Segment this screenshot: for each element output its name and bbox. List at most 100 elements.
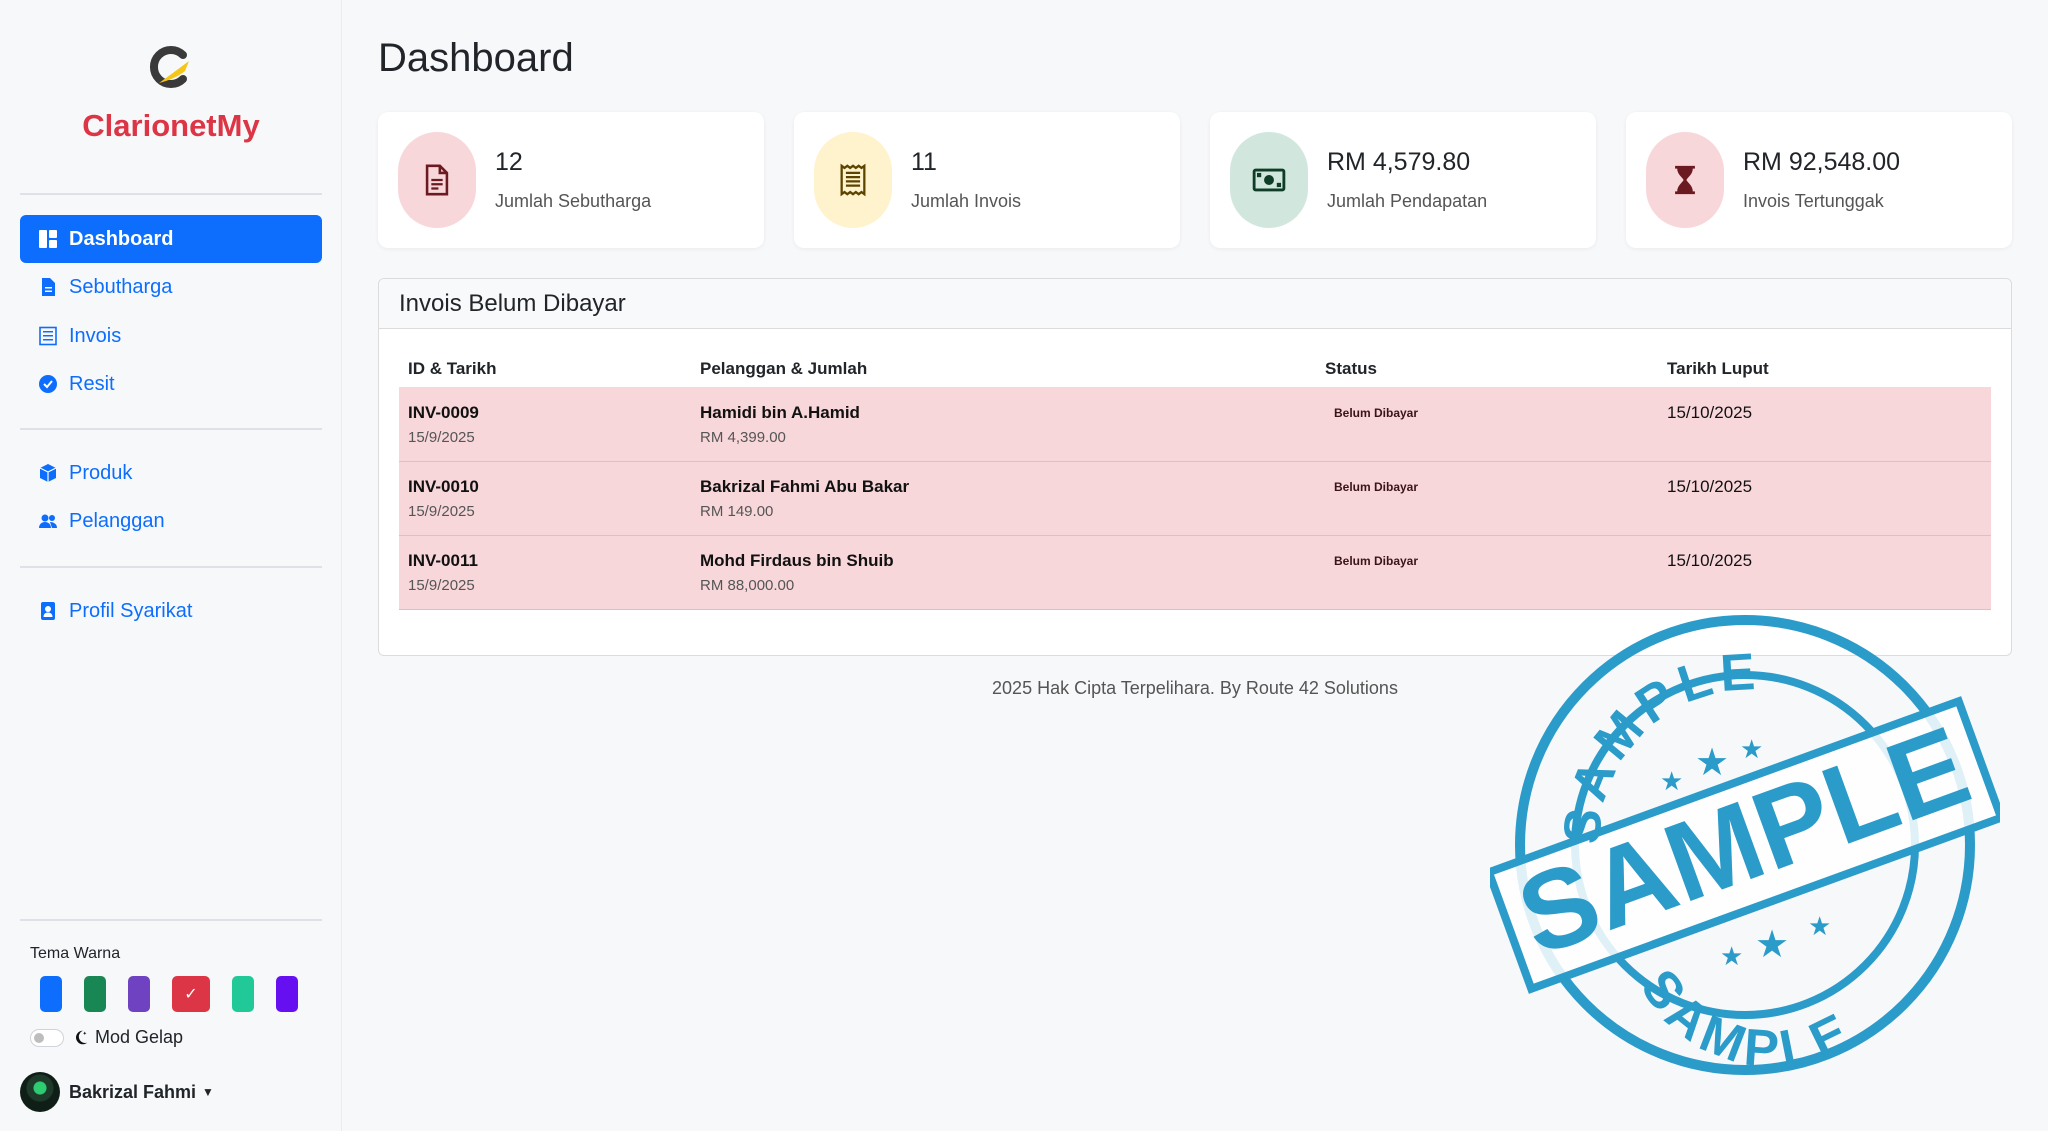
table-row[interactable]: INV-0010 15/9/2025 Bakrizal Fahmi Abu Baka…: [399, 462, 1991, 536]
users-icon: [38, 511, 58, 531]
theme-swatches: ✓: [40, 976, 320, 1012]
theme-swatch[interactable]: [276, 976, 298, 1012]
brand-name[interactable]: ClarionetMy: [0, 108, 342, 144]
table-body: INV-0009 15/9/2025 Hamidi bin A.Hamid RM 4,…: [399, 388, 1991, 610]
svg-text:★: ★: [1695, 740, 1729, 784]
invoice-amount: RM 88,000.00: [700, 577, 795, 594]
unpaid-invoices-table: ID & Tarikh Pelanggan & Jumlah Status Ta…: [399, 359, 1991, 610]
invoice-date: 15/9/2025: [408, 577, 475, 594]
theme-swatch[interactable]: ✓: [172, 976, 210, 1012]
column-header: Pelanggan & Jumlah: [700, 359, 868, 378]
invoice-icon: [38, 326, 58, 346]
stat-value: RM 92,548.00: [1743, 148, 1901, 176]
sidebar-item-label: Sebutharga: [69, 275, 173, 298]
table-row[interactable]: INV-0011 15/9/2025 Mohd Firdaus bin Shuib R…: [399, 536, 1991, 610]
stat-label: Jumlah Invois: [911, 191, 1022, 211]
moon-icon: [72, 1029, 89, 1046]
unpaid-invoices-panel: Invois Belum Dibayar ID & Tarikh Pelangg…: [378, 278, 2012, 656]
column-header: Status: [1325, 359, 1377, 378]
sample-watermark-stamp: SAMPLE SAMPLE SAMPLE ★ ★ ★ ★ ★ ★: [1490, 615, 2000, 1079]
stat-card: RM 4,579.80 Jumlah Pendapatan: [1210, 112, 1596, 248]
invoice-date: 15/9/2025: [408, 429, 475, 446]
theme-label: Tema Warna: [30, 945, 121, 962]
stat-value: 12: [495, 148, 523, 176]
sidebar-item-dashboard[interactable]: Dashboard: [20, 215, 322, 263]
profile-card-icon: [38, 601, 58, 621]
sidebar-item-sebutharga[interactable]: Sebutharga: [20, 263, 322, 311]
invoice-id[interactable]: INV-0011: [408, 551, 478, 571]
due-date: 15/10/2025: [1667, 477, 1753, 496]
receipt-icon: [814, 132, 892, 228]
dark-mode-toggle[interactable]: Mod Gelap: [30, 1027, 183, 1048]
user-name[interactable]: Bakrizal Fahmi: [69, 1082, 196, 1103]
invoice-id[interactable]: INV-0009: [408, 403, 479, 423]
sidebar-item-profil-syarikat[interactable]: Profil Syarikat: [20, 587, 322, 635]
panel-title: Invois Belum Dibayar: [379, 279, 2011, 329]
dashboard-icon: [38, 229, 58, 249]
table-header: ID & Tarikh Pelanggan & Jumlah Status Ta…: [399, 359, 1991, 388]
customer-name: Hamidi bin A.Hamid: [700, 403, 860, 422]
chevron-down-icon[interactable]: ▼: [202, 1085, 214, 1099]
stat-label: Invois Tertunggak: [1743, 191, 1884, 211]
invoice-id[interactable]: INV-0010: [408, 477, 479, 497]
sidebar-item-resit[interactable]: Resit: [20, 360, 322, 408]
dark-mode-label: Mod Gelap: [95, 1027, 184, 1047]
sidebar-item-label: Pelanggan: [69, 509, 165, 532]
cash-icon: [1230, 132, 1308, 228]
invoice-amount: RM 149.00: [700, 503, 774, 520]
watermark-text-bottom: SAMPLE: [1629, 959, 1857, 1079]
sidebar-item-label: Profil Syarikat: [69, 599, 193, 622]
svg-text:★: ★: [1755, 922, 1789, 966]
user-menu[interactable]: Bakrizal Fahmi ▼: [20, 1072, 214, 1112]
sidebar-divider: [20, 193, 322, 195]
sidebar-item-pelanggan[interactable]: Pelanggan: [20, 497, 322, 545]
svg-text:★: ★: [1808, 912, 1831, 942]
stat-value: 11: [911, 148, 937, 176]
status-badge: Belum Dibayar: [1334, 480, 1419, 494]
stat-card: RM 92,548.00 Invois Tertunggak: [1626, 112, 2012, 248]
sidebar-divider: [20, 428, 322, 430]
check-icon: ✓: [184, 986, 198, 1003]
badge-check-icon: [38, 374, 58, 394]
svg-text:★: ★: [1720, 942, 1743, 972]
customer-name: Bakrizal Fahmi Abu Bakar: [700, 477, 910, 496]
box-icon: [38, 463, 58, 483]
due-date: 15/10/2025: [1667, 403, 1753, 422]
document-icon: [398, 132, 476, 228]
page-title: Dashboard: [378, 36, 574, 80]
status-badge: Belum Dibayar: [1334, 406, 1419, 420]
sidebar-divider: [20, 566, 322, 568]
avatar[interactable]: [20, 1072, 60, 1112]
sidebar-item-label: Resit: [69, 372, 115, 395]
sidebar-item-produk[interactable]: Produk: [20, 449, 322, 497]
brand-logo-icon[interactable]: [145, 43, 195, 93]
theme-swatch[interactable]: [232, 976, 254, 1012]
svg-text:SAMPLE: SAMPLE: [1629, 959, 1863, 1079]
table-row[interactable]: INV-0009 15/9/2025 Hamidi bin A.Hamid RM 4,…: [399, 388, 1991, 462]
sidebar-item-label: Dashboard: [69, 227, 174, 250]
document-icon: [38, 277, 58, 297]
column-header: ID & Tarikh: [408, 359, 497, 378]
svg-text:★: ★: [1660, 767, 1683, 797]
sidebar-item-label: Produk: [69, 461, 133, 484]
invoice-date: 15/9/2025: [408, 503, 475, 520]
svg-text:★: ★: [1740, 735, 1763, 765]
stat-card: 12 Jumlah Sebutharga: [378, 112, 764, 248]
column-header: Tarikh Luput: [1667, 359, 1769, 378]
theme-swatch[interactable]: [128, 976, 150, 1012]
stat-label: Jumlah Pendapatan: [1327, 191, 1488, 211]
sidebar-divider: [20, 919, 322, 921]
customer-name: Mohd Firdaus bin Shuib: [700, 551, 894, 570]
sidebar: ClarionetMy Dashboard Sebutharga Invois …: [0, 0, 342, 1131]
stat-card: 11 Jumlah Invois: [794, 112, 1180, 248]
invoice-amount: RM 4,399.00: [700, 429, 786, 446]
sidebar-item-label: Invois: [69, 324, 122, 347]
sidebar-item-invois[interactable]: Invois: [20, 312, 322, 360]
hourglass-icon: [1646, 132, 1724, 228]
stat-label: Jumlah Sebutharga: [495, 191, 652, 211]
status-badge: Belum Dibayar: [1334, 554, 1419, 568]
theme-swatch[interactable]: [40, 976, 62, 1012]
dark-mode-switch[interactable]: [30, 1028, 64, 1047]
due-date: 15/10/2025: [1667, 551, 1753, 570]
theme-swatch[interactable]: [84, 976, 106, 1012]
